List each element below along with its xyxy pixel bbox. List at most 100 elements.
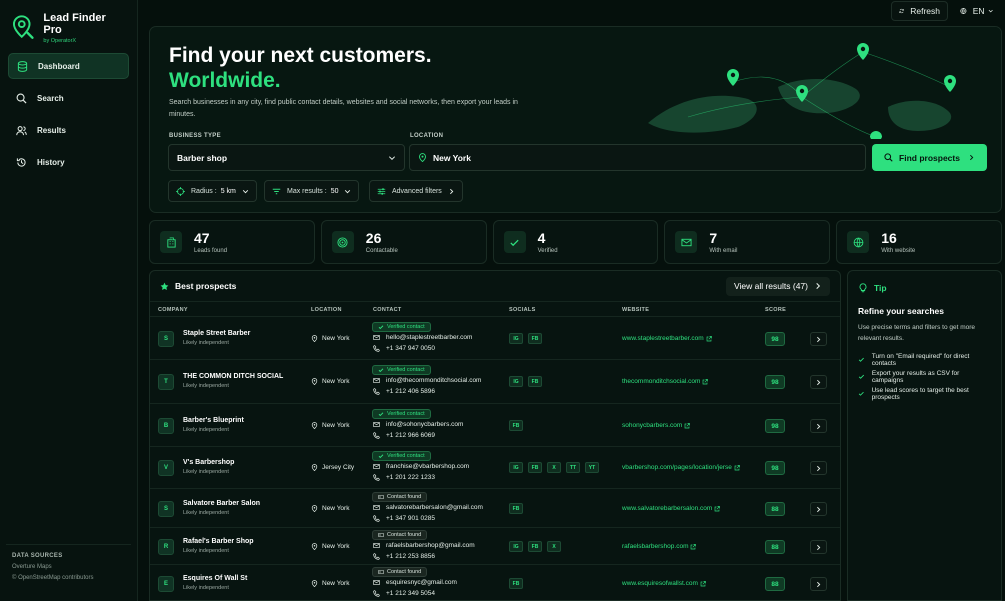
company-type: Likely independent [183, 340, 229, 346]
location-input[interactable]: New York [409, 144, 866, 171]
social-badge[interactable]: FB [509, 420, 523, 431]
app: Lead Finder Pro by OperatorX Dashboard S… [0, 0, 1005, 601]
open-lead-button[interactable] [810, 577, 827, 591]
contact-phone[interactable]: +1 347 901 0285 [373, 515, 435, 522]
contact-phone[interactable]: +1 201 222 1233 [373, 474, 435, 481]
contact-phone[interactable]: +1 212 253 8856 [373, 553, 435, 560]
social-badge[interactable]: IG [509, 541, 523, 552]
column-contact: CONTACT [373, 307, 402, 313]
sidebar-item-results[interactable]: Results [8, 117, 129, 143]
contact-email[interactable]: rafaelsbarbershop@gmail.com [373, 542, 475, 549]
prospects-header: Best prospects View all results (47) [150, 271, 840, 301]
brand-subtitle: by OperatorX [43, 37, 77, 44]
open-lead-button[interactable] [810, 540, 827, 554]
social-badge[interactable]: FB [528, 376, 542, 387]
contact-phone[interactable]: +1 212 349 5054 [373, 590, 435, 597]
chevron-right-icon [816, 282, 821, 290]
check-icon [858, 374, 865, 379]
website-link[interactable]: rafaelsbarbershop.com [622, 543, 697, 550]
social-badge[interactable]: X [547, 541, 561, 552]
contact-email[interactable]: info@thecommonditchsocial.com [373, 377, 481, 384]
chevron-right-icon [817, 544, 821, 550]
open-lead-button[interactable] [810, 332, 827, 346]
business-type-select[interactable]: Barber shop [168, 144, 405, 171]
brand[interactable]: Lead Finder Pro by OperatorX [0, 0, 137, 44]
advanced-filters-button[interactable]: Advanced filters [369, 180, 463, 202]
language-selector[interactable]: EN [953, 1, 1000, 21]
refresh-button[interactable]: Refresh [891, 1, 948, 21]
social-badge[interactable]: FB [528, 333, 542, 344]
contact-phone[interactable]: +1 212 406 5896 [373, 388, 435, 395]
mail-icon [373, 580, 380, 585]
view-all-label: View all results (47) [733, 281, 808, 291]
social-badge[interactable]: YT [585, 462, 599, 473]
website-text: thecommonditchsocial.com [622, 378, 701, 385]
sidebar-divider [6, 544, 131, 545]
sidebar-item-search[interactable]: Search [8, 85, 129, 111]
company-type: Likely independent [183, 548, 229, 554]
view-all-results-button[interactable]: View all results (47) [725, 276, 830, 296]
table-row[interactable]: S Staple Street Barber Likely independent N… [150, 317, 840, 360]
location-text: Jersey City [322, 464, 355, 471]
website-link[interactable]: vbarbershop.com/pages/location/jerse [622, 464, 740, 471]
location-pin-icon [311, 378, 318, 385]
location-text: New York [322, 543, 350, 550]
social-badge[interactable]: FB [509, 578, 523, 589]
social-badge[interactable]: X [547, 462, 561, 473]
website-link[interactable]: www.salvatorebarbersalon.com [622, 505, 721, 512]
contact-email[interactable]: esquiresnyc@gmail.com [373, 579, 457, 586]
table-row[interactable]: T THE COMMON DITCH SOCIAL Likely independe… [150, 360, 840, 404]
chevron-right-icon [969, 154, 974, 161]
contact-email[interactable]: info@sohonycbarbers.com [373, 421, 463, 428]
table-row[interactable]: E Esquires Of Wall St Likely independent Ne… [150, 565, 840, 600]
website-link[interactable]: thecommonditchsocial.com [622, 378, 709, 385]
contact-email[interactable]: hello@staplestreetbarber.com [373, 334, 472, 341]
contact-email[interactable]: franchise@vbarbershop.com [373, 463, 469, 470]
social-badge[interactable]: IG [509, 333, 523, 344]
social-badge[interactable]: TT [566, 462, 580, 473]
social-badge[interactable]: IG [509, 376, 523, 387]
chevron-down-icon [988, 9, 993, 13]
website-link[interactable]: www.staplestreetbarber.com [622, 335, 712, 342]
business-type-label: BUSINESS TYPE [169, 133, 221, 139]
open-lead-button[interactable] [810, 461, 827, 475]
hero-title-line1: Find your next customers. [169, 44, 432, 67]
radius-filter[interactable]: Radius : 5 km [168, 180, 257, 202]
stat-value: 7 [709, 230, 718, 246]
website-link[interactable]: sohonycbarbers.com [622, 422, 691, 429]
social-badge[interactable]: IG [509, 462, 523, 473]
max-results-filter[interactable]: Max results : 50 [264, 180, 360, 202]
social-links: IG FB X TT YT [509, 462, 599, 473]
globe-icon [847, 231, 870, 253]
website-link[interactable]: www.esquiresofwallst.com [622, 580, 706, 587]
table-row[interactable]: S Salvatore Barber Salon Likely independen… [150, 489, 840, 528]
website-text: www.staplestreetbarber.com [622, 335, 704, 342]
sidebar-item-label: Results [37, 125, 66, 135]
contact-email[interactable]: salvatorebarbersalon@gmail.com [373, 504, 483, 511]
find-prospects-button[interactable]: Find prospects [872, 144, 987, 171]
table-row[interactable]: V V's Barbershop Likely independent Jersey … [150, 447, 840, 489]
open-lead-button[interactable] [810, 375, 827, 389]
lead-score-badge: 88 [765, 540, 785, 554]
sidebar-item-history[interactable]: History [8, 149, 129, 175]
main-content: Refresh EN Find your next customers. Wor… [138, 0, 1005, 601]
open-lead-button[interactable] [810, 502, 827, 516]
social-links: FB [509, 578, 523, 589]
open-lead-button[interactable] [810, 419, 827, 433]
sidebar: Lead Finder Pro by OperatorX Dashboard S… [0, 0, 138, 601]
contact-phone[interactable]: +1 347 947 0050 [373, 345, 435, 352]
table-row[interactable]: R Rafael's Barber Shop Likely independent N… [150, 528, 840, 565]
radius-label: Radius : [191, 187, 217, 195]
lead-score-badge: 88 [765, 577, 785, 591]
star-icon [160, 282, 169, 290]
contact-status-text: Verified contact [387, 367, 425, 373]
social-badge[interactable]: FB [528, 541, 542, 552]
social-badge[interactable]: FB [509, 503, 523, 514]
globe-icon [960, 7, 967, 15]
social-badge[interactable]: FB [528, 462, 542, 473]
company-location: New York [311, 378, 349, 385]
contact-phone[interactable]: +1 212 966 6069 [373, 432, 435, 439]
stat-with-website: 16 With website [836, 220, 1002, 264]
table-row[interactable]: B Barber's Blueprint Likely independent New… [150, 404, 840, 447]
sidebar-item-dashboard[interactable]: Dashboard [8, 53, 129, 79]
